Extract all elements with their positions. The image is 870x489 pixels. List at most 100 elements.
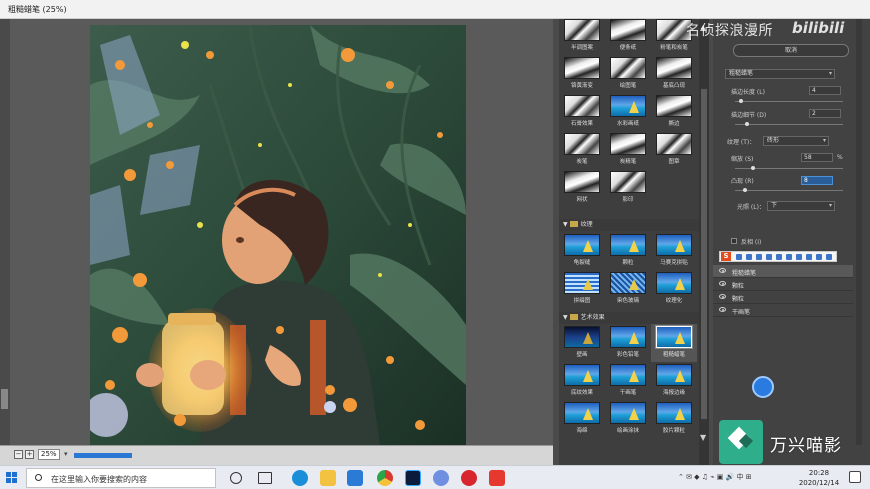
filter-tile[interactable]: 基底凸现 xyxy=(651,55,697,93)
panel-scrollbar[interactable] xyxy=(856,19,862,445)
filter-tile[interactable]: 壁画 xyxy=(559,324,605,362)
filter-tile[interactable]: 胶片颗粒 xyxy=(651,400,697,438)
stroke-detail-slider[interactable] xyxy=(735,122,843,126)
zoom-out-button[interactable]: − xyxy=(14,450,23,459)
effect-layer[interactable]: 粗糙蜡笔 xyxy=(713,265,853,278)
ime-icon[interactable] xyxy=(756,254,762,260)
chrome-icon[interactable] xyxy=(377,470,393,486)
zoom-dropdown-icon[interactable]: ▾ xyxy=(64,450,68,458)
filter-tile[interactable]: 炭精笔 xyxy=(605,131,651,169)
photoshop-icon[interactable] xyxy=(405,470,421,486)
filter-select[interactable]: 粗糙蜡笔 ▾ xyxy=(725,69,835,79)
tray-icons[interactable]: ⌃ ✉ ◆ ♫ ⌁ ▣ 🔊 中 ⊞ xyxy=(678,472,752,482)
filter-tile[interactable]: 彩色铅笔 xyxy=(605,324,651,362)
filter-tile[interactable]: 干画笔 xyxy=(605,362,651,400)
filter-tile-selected[interactable]: 粗糙蜡笔 xyxy=(651,324,697,362)
taskbar-search-box[interactable]: 在这里输入你要搜索的内容 xyxy=(26,468,216,488)
effect-layer[interactable]: 颗粒 xyxy=(713,291,853,304)
filter-label: 底纹效果 xyxy=(570,390,593,396)
slider-knob[interactable] xyxy=(745,122,749,126)
filter-tile[interactable]: 网状 xyxy=(559,169,605,207)
filter-tile[interactable]: 马赛克拼贴 xyxy=(651,232,697,270)
file-explorer-icon[interactable] xyxy=(320,470,336,486)
stroke-length-slider[interactable] xyxy=(735,99,843,103)
filter-tile[interactable]: 炭笔 xyxy=(559,131,605,169)
visibility-eye-icon[interactable] xyxy=(719,281,726,286)
filter-label: 海绵 xyxy=(576,428,588,434)
preview-area[interactable] xyxy=(0,19,553,445)
invert-checkbox[interactable] xyxy=(731,238,737,244)
filter-tile[interactable]: 半调图案 xyxy=(559,19,605,55)
app-icon[interactable] xyxy=(489,470,505,486)
filter-tile[interactable]: 颗粒 xyxy=(605,232,651,270)
category-artistic[interactable]: ▼ 艺术效果 xyxy=(559,312,703,324)
cortana-icon[interactable] xyxy=(230,472,242,484)
stroke-length-input[interactable]: 4 xyxy=(809,86,841,95)
filter-tile[interactable]: 海报边缘 xyxy=(651,362,697,400)
visibility-eye-icon[interactable] xyxy=(719,268,726,273)
filter-tile[interactable]: 便条纸 xyxy=(605,19,651,55)
category-texture[interactable]: ▼ 纹理 xyxy=(559,219,703,231)
grid-icon[interactable] xyxy=(826,254,832,260)
floating-assist-ball[interactable] xyxy=(752,376,774,398)
scaling-slider[interactable] xyxy=(735,166,843,170)
filter-tile[interactable]: 水彩画纸 xyxy=(605,93,651,131)
filter-tile[interactable]: 绘画涂抹 xyxy=(605,400,651,438)
filter-tile[interactable]: 纹理化 xyxy=(651,270,697,308)
ime-icon[interactable] xyxy=(746,254,752,260)
filter-label: 图章 xyxy=(668,159,680,165)
slider-knob[interactable] xyxy=(751,166,755,170)
visibility-eye-icon[interactable] xyxy=(719,307,726,312)
effect-layer[interactable]: 颗粒 xyxy=(713,278,853,291)
relief-input[interactable]: 8 xyxy=(801,176,833,185)
slider-knob[interactable] xyxy=(743,188,747,192)
notification-icon[interactable] xyxy=(849,471,861,483)
filter-tile[interactable]: 石膏效果 xyxy=(559,93,605,131)
filter-tile[interactable]: 铬黄渐变 xyxy=(559,55,605,93)
filter-tile[interactable]: 撕边 xyxy=(651,93,697,131)
visibility-eye-icon[interactable] xyxy=(719,294,726,299)
light-select[interactable]: 下 ▾ xyxy=(767,201,835,211)
netease-music-icon[interactable] xyxy=(461,470,477,486)
ime-icon[interactable] xyxy=(816,254,822,260)
windows-start-icon[interactable] xyxy=(6,472,18,484)
cancel-button[interactable]: 取消 xyxy=(733,44,849,57)
filter-tile[interactable]: 染色玻璃 xyxy=(605,270,651,308)
filter-tile[interactable]: 影印 xyxy=(605,169,651,207)
scroll-thumb[interactable] xyxy=(1,389,8,409)
filter-label: 水彩画纸 xyxy=(616,121,639,127)
ime-toolbar[interactable]: S xyxy=(719,251,837,262)
ime-icon[interactable] xyxy=(776,254,782,260)
task-view-icon[interactable] xyxy=(258,472,272,484)
sogou-icon[interactable]: S xyxy=(721,252,731,261)
store-icon[interactable] xyxy=(347,470,363,486)
edge-browser-icon[interactable] xyxy=(292,470,308,486)
app-icon[interactable] xyxy=(433,470,449,486)
texture-select[interactable]: 砖形 ▾ xyxy=(763,136,829,146)
stroke-detail-input[interactable]: 2 xyxy=(809,109,841,118)
ime-icon[interactable] xyxy=(736,254,742,260)
scroll-thumb[interactable] xyxy=(701,89,707,419)
filter-tile[interactable]: 图章 xyxy=(651,131,697,169)
scroll-down-arrow-icon[interactable]: ▼ xyxy=(700,433,706,442)
filter-thumb xyxy=(610,19,646,41)
taskbar-clock[interactable]: 20:28 2020/12/14 xyxy=(796,468,842,488)
filter-tile[interactable]: 海绵 xyxy=(559,400,605,438)
filter-tile[interactable]: 龟裂缝 xyxy=(559,232,605,270)
gallery-scrollbar[interactable]: ▲ ▼ xyxy=(699,19,709,465)
filter-tile[interactable]: 底纹效果 xyxy=(559,362,605,400)
slider-knob[interactable] xyxy=(739,99,743,103)
ime-icon[interactable] xyxy=(806,254,812,260)
filter-thumb xyxy=(564,326,600,348)
scaling-input[interactable]: 58 xyxy=(801,153,833,162)
ime-icon[interactable] xyxy=(796,254,802,260)
relief-slider[interactable] xyxy=(735,188,843,192)
filter-tile[interactable]: 绘图笔 xyxy=(605,55,651,93)
keyboard-icon[interactable] xyxy=(786,254,792,260)
filter-tile[interactable]: 拼缀图 xyxy=(559,270,605,308)
effect-layer[interactable]: 干画笔 xyxy=(713,304,853,317)
preview-scrollbar[interactable] xyxy=(0,19,10,445)
microphone-icon[interactable] xyxy=(766,254,772,260)
zoom-value[interactable]: 25% xyxy=(38,449,60,460)
zoom-in-button[interactable]: + xyxy=(25,450,34,459)
